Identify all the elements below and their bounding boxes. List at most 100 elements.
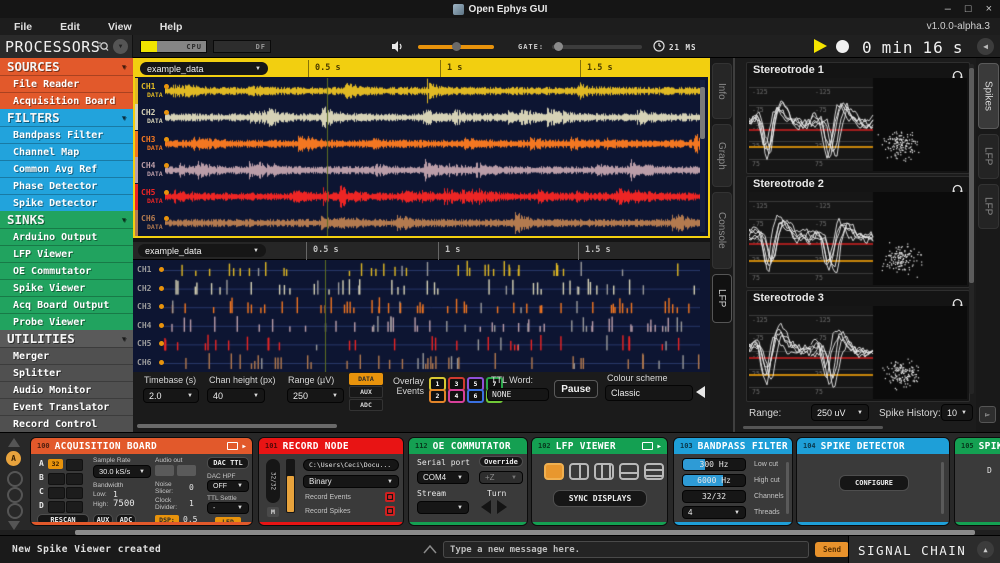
maximize-button[interactable]: □ [965,3,972,15]
channel-label-ch5[interactable]: CH5 [141,188,155,197]
processor-oe-commutator[interactable]: 112 OE COMMUTATOR Serial port Override C… [408,437,528,526]
close-button[interactable]: × [986,3,992,15]
menu-help[interactable]: Help [146,21,197,33]
scroll-down-icon[interactable] [8,521,20,530]
chain-selector-a[interactable]: A [6,451,21,466]
channel-label-ch4[interactable]: CH4 [141,161,155,170]
viewer1-scrollbar[interactable] [700,80,705,232]
spike-waveform-canvas[interactable] [749,306,967,399]
volume-slider-thumb[interactable] [452,42,461,51]
section-header-sources[interactable]: SOURCES▼ [0,58,133,75]
processor-filter-dropdown[interactable]: ▼ [113,39,128,54]
gate-slider[interactable] [552,45,642,49]
record-events-toggle[interactable] [385,492,395,502]
tab-console[interactable]: Console [712,192,732,269]
headstage-slot[interactable] [48,473,65,485]
tab-lfp-2[interactable]: LFP [978,184,999,229]
sidebar-item-merger[interactable]: Merger [0,347,133,364]
audio-out-right[interactable] [177,465,196,476]
record-spikes-toggle[interactable] [385,506,395,516]
timebase-dropdown[interactable]: 2.0▼ [143,388,199,403]
layout-3row-button[interactable] [644,463,664,480]
stream-selector-2[interactable]: example_data▼ [138,244,266,257]
sidebar-item-record-control[interactable]: Record Control [0,415,133,432]
pause-button[interactable]: Pause [554,380,598,398]
headstage-slot[interactable] [66,501,83,513]
sidebar-item-oe-commutator[interactable]: OE Commutator [0,262,133,279]
spike-panel-hscrollbar[interactable] [743,426,883,429]
sidebar-item-probe-viewer[interactable]: Probe Viewer [0,313,133,330]
channel-enable-dot[interactable] [159,360,164,365]
viewer2-hscrollbar[interactable] [137,424,337,428]
signal-chain-toggle[interactable]: SIGNAL CHAIN ▲ [848,536,1000,563]
spike-history-dropdown[interactable]: 10▼ [941,404,973,421]
tab-spikes-0[interactable]: Spikes [978,63,999,129]
channel-enable-dot[interactable] [159,286,164,291]
headstage-slot[interactable] [66,459,83,471]
sidebar-item-phase-detector[interactable]: Phase Detector [0,177,133,194]
collapse-icon[interactable]: ▶ [657,443,661,450]
spike-plot-1[interactable]: Stereotrode 1 [746,62,970,174]
spike-raster[interactable] [163,260,700,372]
channel-enable-dot[interactable] [164,190,169,195]
sync-displays-button[interactable]: SYNC DISPLAYS [553,490,647,507]
tab-info[interactable]: Info [712,63,732,119]
sidebar-item-acquisition-board[interactable]: Acquisition Board [0,92,133,109]
channel-label-ch5[interactable]: CH5 [137,339,151,348]
menu-view[interactable]: View [94,21,146,33]
low-cut-field[interactable]: 300 Hz [682,458,746,471]
processor-acquisition-board[interactable]: 100 ACQUISITION BOARD ▶ A32BCD RESCAN Sa… [30,437,253,526]
range-dropdown[interactable]: 250▼ [287,388,344,403]
aux-type-button[interactable]: AUX [349,386,383,398]
sidebar-item-common-avg-ref[interactable]: Common Avg Ref [0,160,133,177]
tab-graph[interactable]: Graph [712,124,732,187]
dac-ttl-button[interactable]: DAC TTL [207,457,249,469]
collapse-icon[interactable]: ▶ [242,443,246,450]
stream-dropdown[interactable]: ▼ [417,501,469,514]
audio-out-left[interactable] [155,465,174,476]
turn-right-button[interactable] [497,500,507,514]
record-path-field[interactable]: C:\Users\Ceci\Docu... [303,459,399,471]
section-header-sinks[interactable]: SINKS▼ [0,211,133,228]
expand-chain-icon[interactable]: ▲ [977,541,994,558]
channel-label-ch1[interactable]: CH1 [141,82,155,91]
channel-label-ch6[interactable]: CH6 [137,358,151,367]
sidebar-item-acq-board-output[interactable]: Acq Board Output [0,296,133,313]
event-channel-4[interactable]: 4 [448,389,465,403]
chevron-up-icon[interactable] [423,545,437,554]
sidebar-item-lfp-viewer[interactable]: LFP Viewer [0,245,133,262]
lfp-display-2[interactable]: 0.5 s1 s1.5 s example_data▼ CH1CH2CH3CH4… [133,242,710,432]
sidebar-item-audio-monitor[interactable]: Audio Monitor [0,381,133,398]
channel-enable-dot[interactable] [164,137,169,142]
sidebar-item-channel-map[interactable]: Channel Map [0,143,133,160]
message-input[interactable] [443,541,809,558]
record-format-dropdown[interactable]: Binary▼ [303,475,399,488]
gate-slider-thumb[interactable] [554,42,563,51]
search-icon[interactable] [96,40,109,53]
processor-bandpass-filter[interactable]: 103 BANDPASS FILTER 300 Hz Low cut 6000 … [673,437,793,526]
serial-port-dropdown[interactable]: COM4▼ [417,471,469,484]
sidebar-item-file-reader[interactable]: File Reader [0,75,133,92]
sidebar-item-bandpass-filter[interactable]: Bandpass Filter [0,126,133,143]
tab-lfp-1[interactable]: LFP [978,134,999,179]
spike-panel-scrollbar[interactable] [969,64,974,394]
layout-2row-button[interactable] [619,463,639,480]
scroll-up-icon[interactable] [8,438,20,447]
lfp-display-1[interactable]: 0.5 s1 s1.5 s example_data▼ CH1DATACH2DA… [133,58,710,238]
minimize-button[interactable]: – [945,3,951,15]
adc-type-button[interactable]: ADC [349,399,383,411]
colour-scheme-dropdown[interactable]: Classic [605,385,693,401]
mute-button[interactable]: M [267,507,279,517]
window-icon[interactable] [227,442,238,450]
sample-rate-dropdown[interactable]: 30.0 kS/s▼ [93,465,151,478]
channel-label-ch3[interactable]: CH3 [137,302,151,311]
chan-height-dropdown[interactable]: 40▼ [207,388,265,403]
dac-hpf-dropdown[interactable]: OFF▼ [207,480,249,492]
layout-1col-button[interactable] [544,463,564,480]
spike-plot-2[interactable]: Stereotrode 2 [746,176,970,288]
spike-waveform-canvas[interactable] [749,78,967,171]
collapse-options-button[interactable] [696,386,705,398]
axis-dropdown[interactable]: +Z▼ [479,471,523,484]
spike-range-dropdown[interactable]: 250 uV▼ [811,404,869,421]
channel-label-ch4[interactable]: CH4 [137,321,151,330]
